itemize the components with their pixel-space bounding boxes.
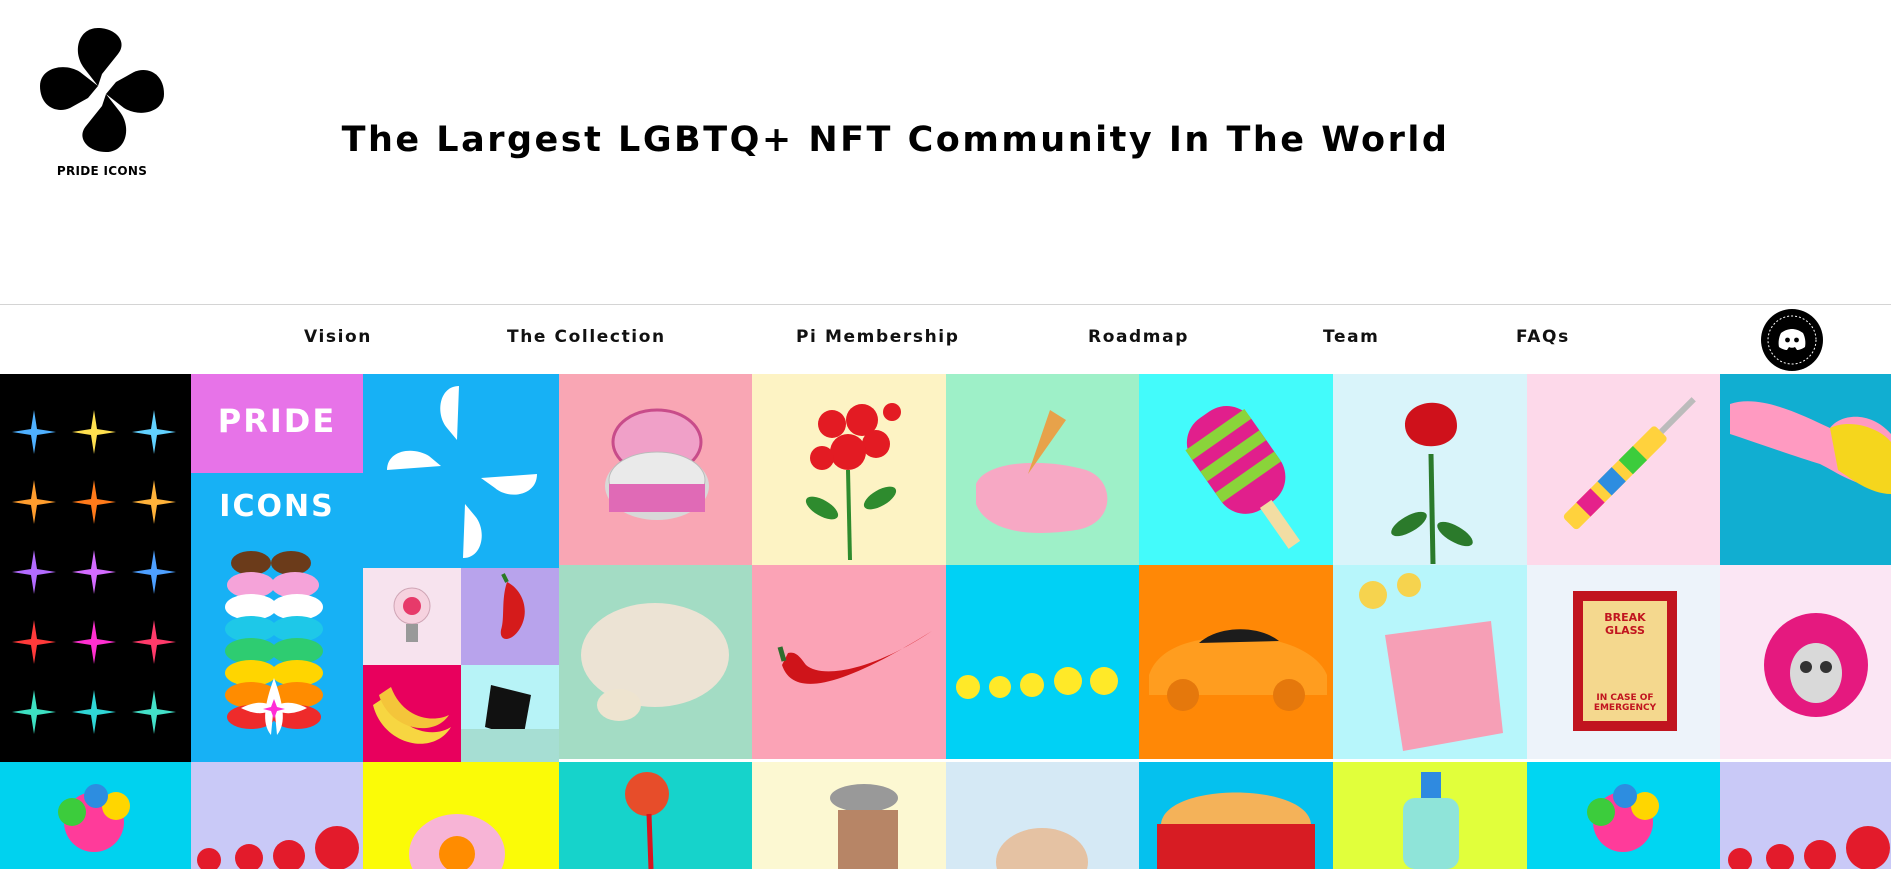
nav-faqs[interactable]: FAQs (1516, 327, 1570, 347)
diamonds-icon (581, 603, 729, 721)
chips-bag-pink-icon (1359, 573, 1503, 751)
rose-petals-icon (805, 403, 901, 561)
rose-icon (1391, 402, 1473, 565)
chips-bag-tile[interactable] (461, 665, 559, 762)
skull-tile[interactable] (1720, 565, 1891, 759)
nav-roadmap[interactable]: Roadmap (1088, 327, 1189, 347)
egg-icon (409, 814, 505, 869)
rose-teal-icon (625, 772, 669, 869)
in-case-of-emergency-label: IN CASE OF EMERGENCY (1593, 693, 1657, 713)
chili-icon (500, 573, 525, 639)
jewel-box-icon (605, 408, 709, 520)
popsicle-tile[interactable] (1139, 374, 1333, 565)
sparkles-icon (12, 410, 176, 734)
nav-the-collection[interactable]: The Collection (507, 327, 666, 347)
nav-vision[interactable]: Vision (304, 327, 372, 347)
strawberry-tile-2[interactable] (1720, 762, 1891, 869)
ice-cream-icon (976, 410, 1108, 533)
lollipop-tile[interactable] (0, 762, 191, 869)
page-title: The Largest LGBTQ+ NFT Community In The … (341, 120, 1450, 160)
melted-icecream-tile[interactable] (946, 374, 1139, 565)
glove-icon (1730, 401, 1891, 494)
diamond-heap-tile[interactable] (559, 565, 752, 759)
ice-cream-scoop-icon (996, 828, 1088, 869)
car-icon (1149, 629, 1327, 711)
jewel-box-tile[interactable] (559, 374, 752, 565)
pride-word: PRIDE (217, 402, 337, 440)
bulb-tile[interactable] (363, 568, 461, 665)
egg-tile[interactable] (363, 762, 559, 869)
logo-text: PRIDE ICONS (56, 164, 148, 178)
burger-tile[interactable] (1139, 762, 1333, 869)
chips-bag-pink-tile[interactable] (1333, 565, 1527, 759)
red-rose-tile[interactable] (1333, 374, 1527, 565)
rubber-duck-icon (956, 667, 1118, 699)
nav-team[interactable]: Team (1323, 327, 1379, 347)
icecream-scoop-tile[interactable] (946, 762, 1139, 869)
pride-logo-white-icon (387, 386, 537, 558)
nav-pi-membership[interactable]: Pi Membership (796, 327, 959, 347)
icons-word-tile[interactable]: ICONS (191, 473, 363, 762)
yellow-glove-tile[interactable] (1720, 374, 1891, 565)
chili-swoosh-icon (777, 631, 932, 684)
tin-can-tile[interactable] (752, 762, 946, 869)
pride-word-tile[interactable]: PRIDE (191, 374, 363, 473)
rubber-ducks-tile[interactable] (946, 565, 1139, 759)
discord-button[interactable] (1761, 309, 1823, 371)
skull-icon (1764, 613, 1868, 717)
banana-icon (373, 687, 451, 744)
chips-bag-icon (461, 685, 559, 762)
syringe-tile[interactable] (1527, 374, 1720, 565)
soap-bottle-icon (1403, 772, 1459, 869)
break-glass-frame-icon (1573, 591, 1677, 731)
chili-purple-tile[interactable] (461, 568, 559, 665)
break-glass-label: BREAK GLASS (1604, 611, 1646, 637)
collection-grid: PRIDE ICONS BREAK GLASS IN CASE OF EMERG… (0, 374, 1891, 869)
sparkles-tile[interactable] (0, 374, 191, 762)
logo-tile[interactable] (363, 374, 559, 568)
chili-swoosh-tile[interactable] (752, 565, 946, 759)
rose-petals-tile[interactable] (752, 374, 946, 565)
rainbow-stack-icon (225, 551, 323, 735)
popsicle-icon (1185, 405, 1301, 549)
pride-icons-logo[interactable]: PRIDE ICONS (36, 24, 168, 184)
lightbulb-icon (393, 587, 431, 642)
break-glass-tile[interactable]: BREAK GLASS IN CASE OF EMERGENCY (1527, 565, 1720, 759)
soap-bottle-tile[interactable] (1333, 762, 1527, 869)
burger-icon (1157, 792, 1315, 869)
site-header: PRIDE ICONS The Largest LGBTQ+ NFT Commu… (0, 0, 1891, 304)
banana-tile[interactable] (363, 665, 461, 762)
rose-teal-tile[interactable] (559, 762, 752, 869)
tin-can-icon (830, 784, 898, 869)
main-nav: Vision The Collection Pi Membership Road… (0, 304, 1891, 375)
strawberry-icon (197, 826, 359, 869)
discord-icon (1763, 311, 1821, 369)
syringe-icon (1563, 397, 1696, 530)
strawberry-tile[interactable] (191, 762, 363, 869)
lollipop-tile-2[interactable] (1527, 762, 1720, 869)
lollipop-icon (58, 784, 130, 852)
strawberry-icon (1728, 826, 1890, 869)
orange-car-tile[interactable] (1139, 565, 1333, 759)
lollipop-icon (1587, 784, 1659, 852)
